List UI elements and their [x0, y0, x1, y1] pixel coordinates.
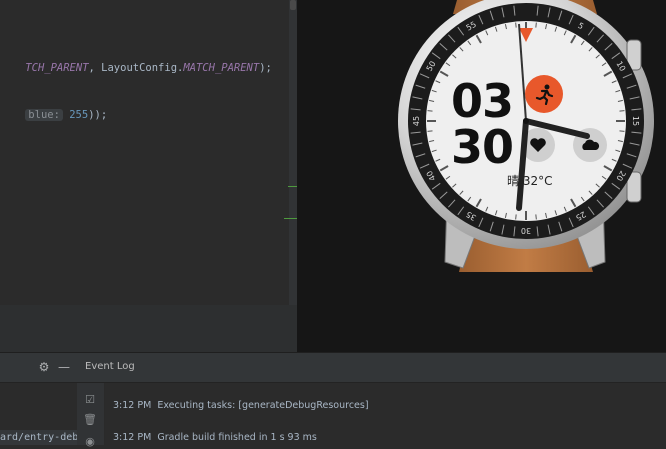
path-text: ard/entry-debug [0, 432, 77, 443]
path-bar: ard/entry-debug [0, 430, 77, 445]
editor-scrollbar-track[interactable] [289, 0, 297, 305]
number-literal: 255 [69, 109, 89, 121]
code-text-tail: ); [259, 62, 272, 74]
constant-match-parent-2: MATCH_PARENT [183, 62, 260, 74]
code-line-layout-config[interactable]: TCH_PARENT, LayoutConfig.MATCH_PARENT); [0, 50, 272, 86]
settings-icon[interactable]: ◉ [83, 435, 97, 449]
event-log-title[interactable]: Event Log [85, 361, 135, 372]
hands-pivot [523, 118, 529, 124]
mark-read-icon[interactable]: ☑ [83, 393, 97, 407]
change-marker [288, 186, 297, 187]
editor-lower-area [0, 305, 297, 353]
watch-hands [516, 23, 590, 211]
trash-icon[interactable]: 🗑 [83, 413, 97, 427]
log-time: 3:12 PM [113, 432, 152, 443]
hour-hand [523, 118, 590, 139]
gear-icon[interactable]: ⚙ [37, 360, 51, 374]
code-text-tail-2: )); [88, 109, 108, 121]
second-hand [518, 23, 527, 122]
run-tool-window: ⚙ — ard/entry-debug [0, 353, 77, 445]
log-message: Gradle build finished in 1 s 93 ms [157, 432, 317, 443]
run-tool-header: ⚙ — [0, 353, 77, 383]
event-log-toolbar: ☑ 🗑 ◉ [77, 383, 105, 448]
log-entry: 3:12 PM Executing tasks: [generateDebugR… [113, 400, 369, 411]
event-log-header: Event Log [77, 353, 666, 383]
log-entry: 3:12 PM Gradle build finished in 1 s 93 … [113, 432, 317, 443]
minute-hand [516, 118, 529, 211]
constant-match-parent: TCH_PARENT [25, 62, 89, 74]
code-editor[interactable]: TCH_PARENT, LayoutConfig.MATCH_PARENT); … [0, 0, 289, 305]
code-line-color[interactable]: blue: 255)); [0, 97, 107, 133]
minimize-icon[interactable]: — [57, 360, 71, 374]
editor-scrollbar-thumb[interactable] [290, 0, 296, 10]
device-preview[interactable]: 5 10 15 20 25 30 35 40 45 50 55 03 30 晴 32°C [297, 0, 666, 352]
log-message: Executing tasks: [generateDebugResources… [157, 400, 369, 411]
event-log-panel: Event Log ☑ 🗑 ◉ 3:12 PM Executing tasks:… [77, 353, 666, 448]
code-text: , LayoutConfig. [88, 62, 184, 74]
log-time: 3:12 PM [113, 400, 152, 411]
param-hint-blue: blue: [25, 109, 63, 121]
change-marker-2 [284, 218, 297, 219]
